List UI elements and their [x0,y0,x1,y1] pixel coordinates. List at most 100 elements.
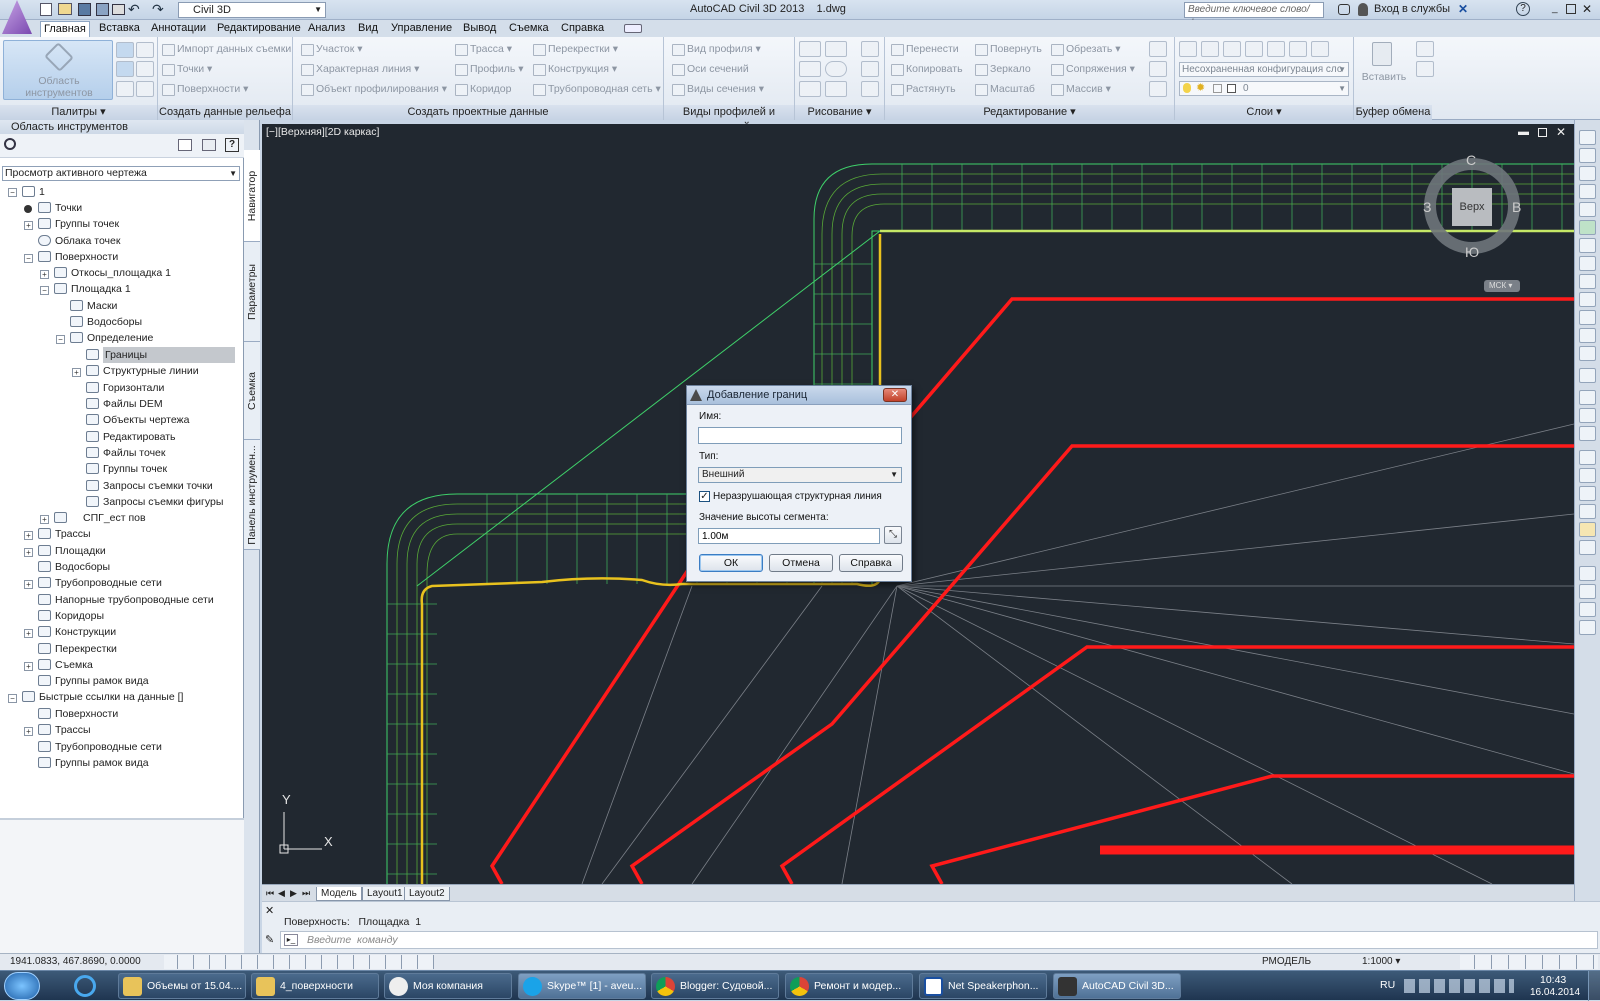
pick-icon[interactable]: ⤡ [884,526,902,544]
tool-icon-9[interactable] [1579,274,1596,289]
tab-model[interactable]: Модель [316,887,362,901]
group-title-draw[interactable]: Рисование ▾ [795,105,884,120]
viewport-min-icon[interactable]: ▬ [1518,126,1529,138]
dialog-close-button[interactable]: ✕ [883,388,907,402]
tab-survey[interactable]: Съемка [506,21,552,37]
import-survey-item[interactable]: Импорт данных съемки [160,41,291,57]
qat-print-icon[interactable] [112,4,125,15]
array-item[interactable]: Массив ▾ [1049,81,1111,97]
surfaces-item[interactable]: Поверхности ▾ [160,81,248,97]
magnifier-icon[interactable] [4,138,16,150]
expander-icon[interactable]: + [24,629,33,638]
tab-settings[interactable]: Параметры [244,242,260,342]
clock-date[interactable]: 16.04.2014 [1530,987,1580,998]
group-title-palettes[interactable]: Палитры ▾ [0,105,157,120]
help-icon[interactable]: ? [1516,2,1530,16]
segment-value-input[interactable] [698,528,880,544]
close-cmd-icon[interactable]: ✕ [265,904,274,917]
viewcube-south[interactable]: Ю [1465,244,1479,260]
wrench-icon[interactable]: ✎ [265,933,274,946]
command-input[interactable]: ▸_ Введите команду [280,931,1598,949]
tab-annotate[interactable]: Аннотации [148,21,209,37]
tool-icon-18[interactable] [1579,450,1596,465]
tool-icon-20[interactable] [1579,486,1596,501]
fillet-item[interactable]: Сопряжения ▾ [1049,61,1135,77]
palette-icon-4[interactable] [136,61,154,77]
palette-icon-2[interactable] [136,42,154,58]
profile-item[interactable]: Профиль ▾ [453,61,524,77]
viewport-controls-label[interactable]: [−][Верхняя][2D каркас] [266,126,379,138]
expander-icon[interactable]: − [24,254,33,263]
tree-node-definition[interactable]: Определение [70,330,153,346]
rotate-item[interactable]: Повернуть [973,41,1042,57]
tree-node-surface-slopes[interactable]: Откосы_площадка 1 [54,265,171,281]
tab-manage[interactable]: Управление [388,21,455,37]
type-select[interactable]: Внешний ▼ [698,467,902,483]
rect-icon[interactable] [861,61,879,77]
expander-icon[interactable]: + [24,221,33,230]
taskbar-autocad[interactable]: AutoCAD Civil 3D... [1053,973,1181,999]
help-search-input[interactable]: Введите ключевое слово/фразу [1184,2,1324,29]
cancel-button[interactable]: Отмена [769,554,833,572]
section-views-item[interactable]: Виды сечения ▾ [670,81,764,97]
expander-icon[interactable]: + [72,368,81,377]
exchange-icon[interactable]: ✕ [1458,3,1472,16]
tab-prospector[interactable]: Навигатор [244,150,260,242]
expander-icon[interactable]: + [24,727,33,736]
trim-item[interactable]: Обрезать ▾ [1049,41,1121,57]
tab-home[interactable]: Главная [40,21,90,37]
tool-icon-23[interactable] [1579,540,1596,555]
tool-icon-24[interactable] [1579,566,1596,581]
layer-state-select[interactable]: Несохраненная конфигурация сло ▼ [1179,62,1349,77]
expander-icon[interactable]: − [40,286,49,295]
tool-icon-4[interactable] [1579,184,1596,199]
circle-icon[interactable] [825,61,847,77]
tree-node-data-shortcuts[interactable]: Быстрые ссылки на данные [] [22,689,183,705]
last-layout-icon[interactable]: ⏭ [302,888,310,899]
tool-icon-10[interactable] [1579,292,1596,307]
tree-node-assemblies[interactable]: Конструкции [38,624,116,640]
expander-icon[interactable]: + [24,531,33,540]
non-destructive-checkbox[interactable]: ✓ [699,491,710,502]
status-tray-icons[interactable] [1460,955,1598,969]
viewport-restore-icon[interactable] [1538,128,1547,137]
erase-icon[interactable] [1149,41,1167,57]
ie-icon[interactable] [74,975,96,997]
layer-icon-3[interactable] [1223,41,1241,57]
tree-node-surface-eg[interactable]: СПГ_ест пов [54,510,146,526]
tree-node-surface-site[interactable]: Площадка 1 [54,281,131,297]
viewcube-north[interactable]: С [1466,152,1476,168]
dialog-titlebar[interactable]: Добавление границ ✕ [687,386,911,405]
tree-node-breaklines[interactable]: Структурные линии [86,363,199,379]
layer-current-select[interactable]: ✹ 0 ▼ [1179,81,1349,96]
help-button[interactable]: Справка [839,554,903,572]
tool-icon-14[interactable] [1579,368,1596,383]
group-title-layers[interactable]: Слои ▾ [1175,105,1353,120]
tree-node-corridors[interactable]: Коридоры [38,608,104,624]
tool-icon-8[interactable] [1579,256,1596,271]
next-layout-icon[interactable]: ▶ [290,888,297,899]
grading-item[interactable]: Объект профилирования ▾ [299,81,447,97]
pipe-network-item[interactable]: Трубопроводная сеть ▾ [531,81,661,97]
cut-icon[interactable] [1416,41,1434,57]
layer-icon-7[interactable] [1311,41,1329,57]
qat-open-icon[interactable] [58,3,72,15]
tree-node-ds-view-frames[interactable]: Группы рамок вида [38,755,149,771]
region-icon[interactable] [861,81,879,97]
multi-icon[interactable] [799,61,821,77]
polyline-icon[interactable] [825,41,847,57]
toggle-view-icon[interactable] [178,139,192,151]
tool-icon-1[interactable] [1579,130,1596,145]
group-title-modify[interactable]: Редактирование ▾ [885,105,1174,120]
mirror-item[interactable]: Зеркало [973,61,1031,77]
tab-view[interactable]: Вид [355,21,381,37]
expander-icon[interactable]: − [8,694,17,703]
points-item[interactable]: Точки ▾ [160,61,212,77]
non-destructive-label[interactable]: Неразрушающая структурная линия [713,491,882,502]
name-input[interactable] [698,427,902,444]
view-mode-select[interactable]: Просмотр активного чертежа ▼ [2,166,240,181]
tab-modify[interactable]: Редактирование [214,21,304,37]
copy-clip-icon[interactable] [1416,61,1434,77]
layer-icon-5[interactable] [1267,41,1285,57]
app-menu-button[interactable] [2,0,32,34]
